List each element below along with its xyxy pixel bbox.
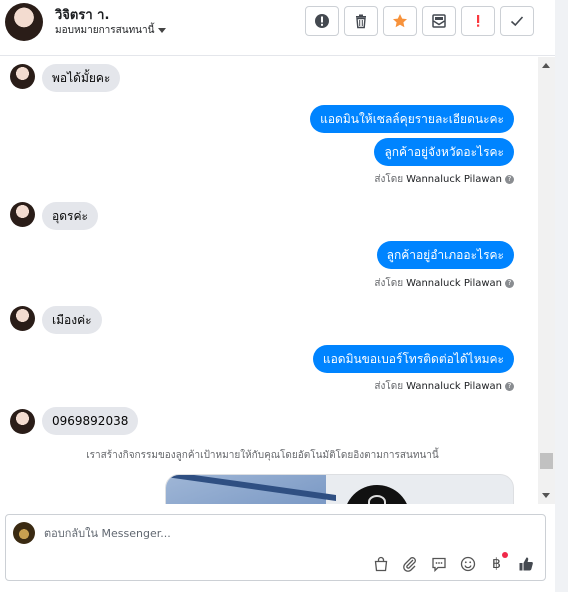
sent-by-name: Wannaluck Pilawan	[406, 278, 502, 289]
mark-unread-button[interactable]	[422, 6, 456, 36]
conversation-toolbar	[305, 6, 534, 36]
message-outgoing[interactable]: แอดมินขอเบอร์โทรติดต่อได้ไหมคะ	[312, 345, 514, 373]
composer-actions: ฿	[371, 552, 535, 573]
scroll-down-icon[interactable]	[542, 493, 550, 498]
message-outgoing[interactable]: ลูกค้าอยู่จังหวัดอะไรคะ	[374, 138, 514, 166]
scroll-up-icon[interactable]	[542, 63, 550, 68]
sent-by-name: Wannaluck Pilawan	[406, 381, 502, 392]
page-avatar	[13, 522, 35, 544]
sent-by-label: ส่งโดย Wannaluck Pilawan ?	[374, 379, 514, 394]
page-background	[555, 0, 568, 592]
message-outgoing[interactable]: แอดมินให้เซลล์คุยรายละเอียดนะคะ	[310, 105, 514, 133]
star-icon	[393, 14, 407, 28]
mark-spam-button[interactable]	[305, 6, 339, 36]
thread-scrollbar[interactable]	[538, 57, 555, 504]
conversation-header: วิจิตรา า. มอบหมายการสนทนานี้	[0, 0, 555, 56]
assign-conversation-dropdown[interactable]: มอบหมายการสนทนานี้	[55, 23, 167, 38]
baht-payment-icon[interactable]: ฿	[487, 552, 508, 573]
sent-by-prefix: ส่งโดย	[374, 278, 404, 289]
notification-dot	[502, 552, 508, 558]
thumbs-up-icon[interactable]	[516, 554, 535, 573]
sender-avatar	[10, 64, 35, 89]
shopping-bag-icon[interactable]	[371, 554, 390, 573]
chevron-down-icon	[158, 28, 167, 33]
saved-replies-icon[interactable]	[429, 554, 448, 573]
reply-composer: ฿	[5, 514, 546, 581]
message-outgoing[interactable]: ลูกค้าอยู่อำเภออะไรคะ	[376, 241, 514, 269]
star-button[interactable]	[383, 6, 417, 36]
system-note: เราสร้างกิจกรรมของลูกค้าเป้าหมายให้กับคุ…	[86, 450, 439, 461]
scroll-thumb[interactable]	[540, 453, 553, 469]
message-incoming[interactable]: พอได้มั้ยคะ	[42, 64, 121, 92]
help-icon[interactable]: ?	[505, 382, 514, 391]
link-preview-card[interactable]	[165, 474, 514, 504]
paperclip-icon[interactable]	[400, 554, 419, 573]
brand-logo	[344, 485, 410, 504]
delete-button[interactable]	[344, 6, 378, 36]
contact-name[interactable]: วิจิตรา า.	[55, 4, 109, 25]
help-icon[interactable]: ?	[505, 175, 514, 184]
sender-avatar	[10, 306, 35, 331]
mark-done-button[interactable]	[500, 6, 534, 36]
baht-symbol: ฿	[492, 555, 501, 572]
message-thread: พอได้มั้ยคะ แอดมินให้เซลล์คุยรายละเอียดน…	[0, 57, 538, 504]
contact-avatar[interactable]	[5, 3, 43, 41]
envelope-icon	[432, 14, 446, 28]
exclamation-icon	[477, 15, 480, 27]
check-icon	[510, 16, 524, 27]
assign-label: มอบหมายการสนทนานี้	[55, 25, 155, 36]
message-incoming[interactable]: เมืองค่ะ	[42, 306, 102, 334]
sent-by-name: Wannaluck Pilawan	[406, 174, 502, 185]
sent-by-prefix: ส่งโดย	[374, 174, 404, 185]
reply-input[interactable]	[44, 523, 524, 543]
sender-avatar	[10, 409, 35, 434]
follow-up-button[interactable]	[461, 6, 495, 36]
alert-circle-icon	[315, 14, 329, 28]
message-incoming[interactable]: อุดรค่ะ	[42, 202, 98, 230]
emoji-icon[interactable]	[458, 554, 477, 573]
trash-icon	[356, 14, 366, 29]
sender-avatar	[10, 202, 35, 227]
message-incoming[interactable]: 0969892038	[42, 407, 139, 435]
help-icon[interactable]: ?	[505, 279, 514, 288]
sent-by-label: ส่งโดย Wannaluck Pilawan ?	[374, 276, 514, 291]
sent-by-label: ส่งโดย Wannaluck Pilawan ?	[374, 172, 514, 187]
sent-by-prefix: ส่งโดย	[374, 381, 404, 392]
